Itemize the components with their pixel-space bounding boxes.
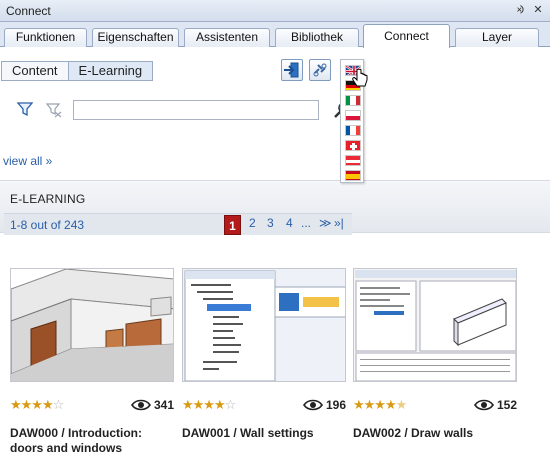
- view-toggle: Content E-Learning: [1, 61, 154, 81]
- page-button-3[interactable]: 3: [267, 216, 274, 230]
- eye-icon: [303, 399, 323, 411]
- section-heading: E-LEARNING: [10, 192, 86, 206]
- last-page-button[interactable]: »|: [334, 216, 344, 230]
- views-count: 152: [474, 398, 517, 412]
- tab-funktionen[interactable]: Funktionen: [4, 28, 87, 47]
- flag-italy-icon[interactable]: [345, 95, 361, 106]
- tab-strip: Funktionen Eigenschaften Assistenten Bib…: [0, 22, 550, 48]
- page-button-1[interactable]: 1: [224, 215, 241, 235]
- login-button[interactable]: [281, 59, 303, 81]
- flag-spain-icon[interactable]: [345, 170, 361, 181]
- window-title: Connect: [6, 4, 51, 18]
- tab-assistenten[interactable]: Assistenten: [184, 28, 270, 47]
- content-toggle-button[interactable]: Content: [2, 62, 68, 80]
- eye-icon: [131, 399, 151, 411]
- close-icon[interactable]: ✕: [530, 2, 546, 18]
- course-title[interactable]: DAW000 / Introduction: doors and windows: [10, 426, 178, 456]
- next-page-button[interactable]: ≫: [319, 216, 332, 230]
- views-count: 196: [303, 398, 346, 412]
- course-thumbnail[interactable]: [10, 268, 174, 382]
- tab-connect[interactable]: Connect: [363, 24, 450, 48]
- rating-stars: ★★★★★: [353, 398, 407, 413]
- pin-icon[interactable]: ⨵: [512, 2, 528, 18]
- page-ellipsis[interactable]: ...: [301, 216, 311, 230]
- views-number: 196: [325, 398, 346, 412]
- views-number: 341: [153, 398, 174, 412]
- clear-filter-icon[interactable]: [46, 102, 62, 118]
- tab-bibliothek[interactable]: Bibliothek: [275, 28, 359, 47]
- course-thumbnail[interactable]: [353, 268, 517, 382]
- hand-cursor-icon: [352, 69, 368, 87]
- flag-poland-icon[interactable]: [345, 110, 361, 121]
- rating-stars: ★★★★☆: [10, 398, 64, 413]
- link-button[interactable]: [309, 59, 331, 81]
- eye-icon: [474, 399, 494, 411]
- elearning-section-header: E-LEARNING 1-8 out of 243 1 2 3 4 ... ≫ …: [0, 180, 550, 235]
- tab-eigenschaften[interactable]: Eigenschaften: [92, 28, 179, 47]
- link-icon: [313, 63, 327, 77]
- flag-switzerland-icon[interactable]: [345, 140, 361, 151]
- login-icon: [284, 62, 299, 78]
- result-range: 1-8 out of 243: [10, 218, 85, 232]
- elearning-toggle-button[interactable]: E-Learning: [67, 62, 153, 80]
- course-thumbnail[interactable]: [182, 268, 346, 382]
- view-all-link[interactable]: view all »: [3, 154, 52, 168]
- search-input[interactable]: [73, 100, 319, 120]
- course-title[interactable]: DAW001 / Wall settings: [182, 426, 350, 441]
- views-count: 341: [131, 398, 174, 412]
- page-button-2[interactable]: 2: [249, 216, 256, 230]
- tab-layer[interactable]: Layer: [455, 28, 539, 47]
- course-title[interactable]: DAW002 / Draw walls: [353, 426, 521, 441]
- page-button-4[interactable]: 4: [286, 216, 293, 230]
- filter-icon[interactable]: [17, 101, 33, 117]
- flag-austria-icon[interactable]: [345, 155, 361, 166]
- views-number: 152: [496, 398, 517, 412]
- pagination-bar: 1-8 out of 243 1 2 3 4 ... ≫ »|: [4, 213, 352, 235]
- connect-panel: Content E-Learning view all » E-LEARNING…: [0, 47, 550, 465]
- flag-france-icon[interactable]: [345, 125, 361, 136]
- window-titlebar: Connect ⨵ ✕: [0, 0, 550, 22]
- rating-stars: ★★★★☆: [182, 398, 236, 413]
